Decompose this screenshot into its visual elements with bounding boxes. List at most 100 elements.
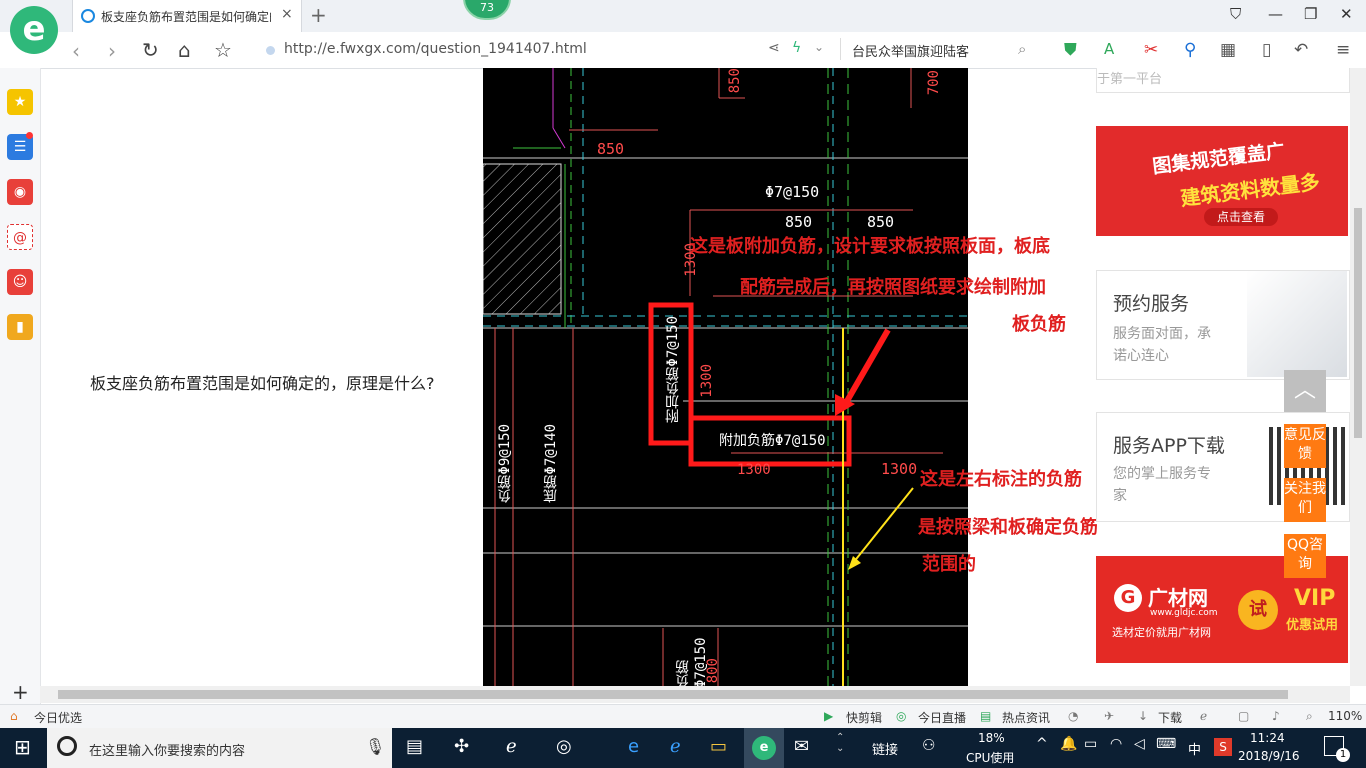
- active-app-highlight[interactable]: e: [744, 728, 784, 768]
- vertical-scroll-thumb[interactable]: [1354, 208, 1362, 438]
- magnifier-icon[interactable]: ⚲: [1184, 40, 1196, 60]
- ie-mode-icon[interactable]: ℯ: [1200, 709, 1207, 723]
- gldjc-logo-icon: G: [1114, 584, 1142, 612]
- mail-icon[interactable]: @: [7, 224, 33, 250]
- forward-icon[interactable]: ›: [108, 39, 116, 63]
- sogou-ime-icon[interactable]: S: [1214, 738, 1232, 756]
- speed-icon[interactable]: ◔: [1068, 709, 1078, 723]
- game-icon[interactable]: ☺: [7, 269, 33, 295]
- zoom-icon[interactable]: ⌕: [1306, 709, 1313, 724]
- tray-expand-icon[interactable]: ^: [1036, 736, 1048, 752]
- qq-consult-button[interactable]: QQ咨询: [1284, 534, 1326, 578]
- people-icon[interactable]: ⚇: [922, 736, 935, 754]
- live-link[interactable]: 今日直播: [918, 709, 966, 726]
- favorite-star-icon[interactable]: ☆: [214, 38, 232, 62]
- search-input[interactable]: 台民众举国旗迎陆客: [852, 41, 969, 60]
- back-icon[interactable]: ‹: [72, 39, 80, 63]
- status-bar: ⌂ 今日优选 ▶ 快剪辑 ◎ 今日直播 ▤ 热点资讯 ◔ ✈ ↓ 下载 ℯ ▢ …: [0, 704, 1366, 729]
- restore-button[interactable]: ❐: [1304, 5, 1317, 23]
- pin-icon[interactable]: ✈: [1104, 709, 1114, 723]
- clock-time[interactable]: 11:24: [1250, 731, 1285, 745]
- play-icon[interactable]: ▶: [824, 709, 833, 723]
- keyboard-icon[interactable]: ⌨: [1156, 736, 1176, 752]
- shield-icon[interactable]: ⛊: [1064, 40, 1077, 60]
- horizontal-scroll-thumb[interactable]: [58, 690, 1288, 699]
- gldjc-try-badge: 试: [1238, 590, 1278, 630]
- navigation-bar: [0, 32, 1366, 69]
- swirl-app-icon[interactable]: ◎: [556, 736, 572, 757]
- feedback-button[interactable]: 意见反馈: [1284, 424, 1326, 468]
- book-icon[interactable]: ▮: [7, 314, 33, 340]
- annotation-note-1-line1: 这是板附加负筋，设计要求板按照板面，板底: [690, 236, 1050, 257]
- sound-icon[interactable]: ♪: [1272, 709, 1280, 723]
- chevron-down-icon[interactable]: ⌄: [814, 40, 824, 54]
- download-link[interactable]: 下载: [1158, 709, 1182, 726]
- app-sub1: 您的掌上服务专: [1113, 466, 1211, 482]
- top-card-partial[interactable]: 于第一平台: [1096, 68, 1350, 93]
- ad-banner-atlas[interactable]: 图集规范覆盖广 建筑资料数量多 点击查看: [1096, 126, 1348, 236]
- windows-start-icon[interactable]: ⊞: [14, 735, 31, 759]
- app-sub2: 家: [1113, 488, 1127, 504]
- minimize-button[interactable]: —: [1268, 5, 1283, 23]
- weibo-icon[interactable]: ◉: [7, 179, 33, 205]
- horizontal-scrollbar[interactable]: [40, 686, 1350, 703]
- new-tab-button[interactable]: +: [310, 3, 327, 27]
- apps-icon[interactable]: ▦: [1220, 40, 1236, 60]
- search-icon[interactable]: ⌕: [1018, 40, 1026, 58]
- scroll-arrows-icon[interactable]: ⌃ ⌄: [836, 732, 844, 764]
- edge-app-icon[interactable]: ℯ: [506, 736, 517, 757]
- phone-icon[interactable]: ▯: [1262, 40, 1271, 60]
- menu-icon[interactable]: ≡: [1336, 40, 1350, 60]
- url-input[interactable]: http://e.fwxgx.com/question_1941407.html: [284, 41, 587, 57]
- live-icon[interactable]: ◎: [896, 709, 906, 723]
- zoom-level[interactable]: 110%: [1328, 709, 1362, 723]
- home-icon[interactable]: ⌂: [178, 38, 191, 62]
- download-icon[interactable]: ↓: [1138, 709, 1148, 723]
- edge-browser-icon[interactable]: e: [628, 736, 639, 757]
- today-picks-link[interactable]: 今日优选: [34, 709, 82, 726]
- gldjc-name: 广材网: [1148, 586, 1208, 610]
- links-toolbar[interactable]: 链接: [872, 739, 898, 758]
- close-window-button[interactable]: ✕: [1340, 5, 1353, 23]
- news-link[interactable]: 热点资讯: [1002, 709, 1050, 726]
- taskbar-search-box[interactable]: 在这里输入你要搜索的内容 🎙: [47, 728, 392, 768]
- wifi-icon[interactable]: ◠: [1110, 736, 1122, 752]
- browser-logo-icon[interactable]: e: [10, 6, 58, 54]
- favorites-star-icon[interactable]: ★: [7, 89, 33, 115]
- window-icon[interactable]: ▢: [1238, 709, 1249, 723]
- back-to-top-button[interactable]: ︿: [1284, 370, 1326, 412]
- share-icon[interactable]: ⋖: [768, 40, 780, 56]
- scissors-icon[interactable]: ✂: [1144, 40, 1158, 60]
- pinwheel-app-icon[interactable]: ✣: [454, 736, 469, 757]
- add-sidebar-icon[interactable]: +: [12, 680, 29, 704]
- task-view-icon[interactable]: ▤: [406, 736, 423, 757]
- file-explorer-icon[interactable]: ▭: [710, 736, 727, 757]
- vertical-scrollbar[interactable]: [1350, 68, 1366, 686]
- refresh-icon[interactable]: ↻: [142, 38, 159, 62]
- shirt-icon[interactable]: ⛉: [1230, 5, 1241, 23]
- tab-close-icon[interactable]: ×: [281, 6, 293, 22]
- lightning-icon[interactable]: ϟ: [792, 40, 801, 56]
- service-card[interactable]: 预约服务 服务面对面，承 诺心连心: [1096, 270, 1350, 380]
- battery-icon[interactable]: ▭: [1084, 736, 1097, 752]
- ie-browser-icon[interactable]: ℯ: [670, 736, 681, 757]
- volume-icon[interactable]: ◁: [1134, 736, 1145, 752]
- gldjc-url: www.gldjc.com: [1150, 608, 1218, 618]
- translate-icon[interactable]: A: [1104, 40, 1114, 58]
- security-icon[interactable]: [266, 46, 275, 55]
- mail-app-icon[interactable]: ✉: [794, 736, 809, 757]
- clock-date[interactable]: 2018/9/16: [1238, 749, 1300, 763]
- kuaijianji-link[interactable]: 快剪辑: [846, 709, 882, 726]
- gift-icon[interactable]: ⌂: [10, 709, 18, 723]
- follow-us-button[interactable]: 关注我们: [1284, 478, 1326, 522]
- action-center-count: 1: [1336, 748, 1350, 762]
- news-icon[interactable]: ▤: [980, 709, 991, 723]
- tab-active[interactable]: 板支座负筋布置范围是如何确定的 ×: [72, 0, 302, 32]
- microphone-icon[interactable]: 🎙: [365, 737, 385, 756]
- gldjc-vip-sub: 优惠试用: [1286, 618, 1339, 633]
- ime-indicator[interactable]: 中: [1188, 739, 1201, 758]
- tab-title: 板支座负筋布置范围是如何确定的: [101, 10, 271, 24]
- notification-bell-icon[interactable]: 🔔: [1060, 736, 1077, 752]
- undo-icon[interactable]: ↶: [1294, 40, 1308, 60]
- ad-view-button[interactable]: 点击查看: [1204, 208, 1278, 226]
